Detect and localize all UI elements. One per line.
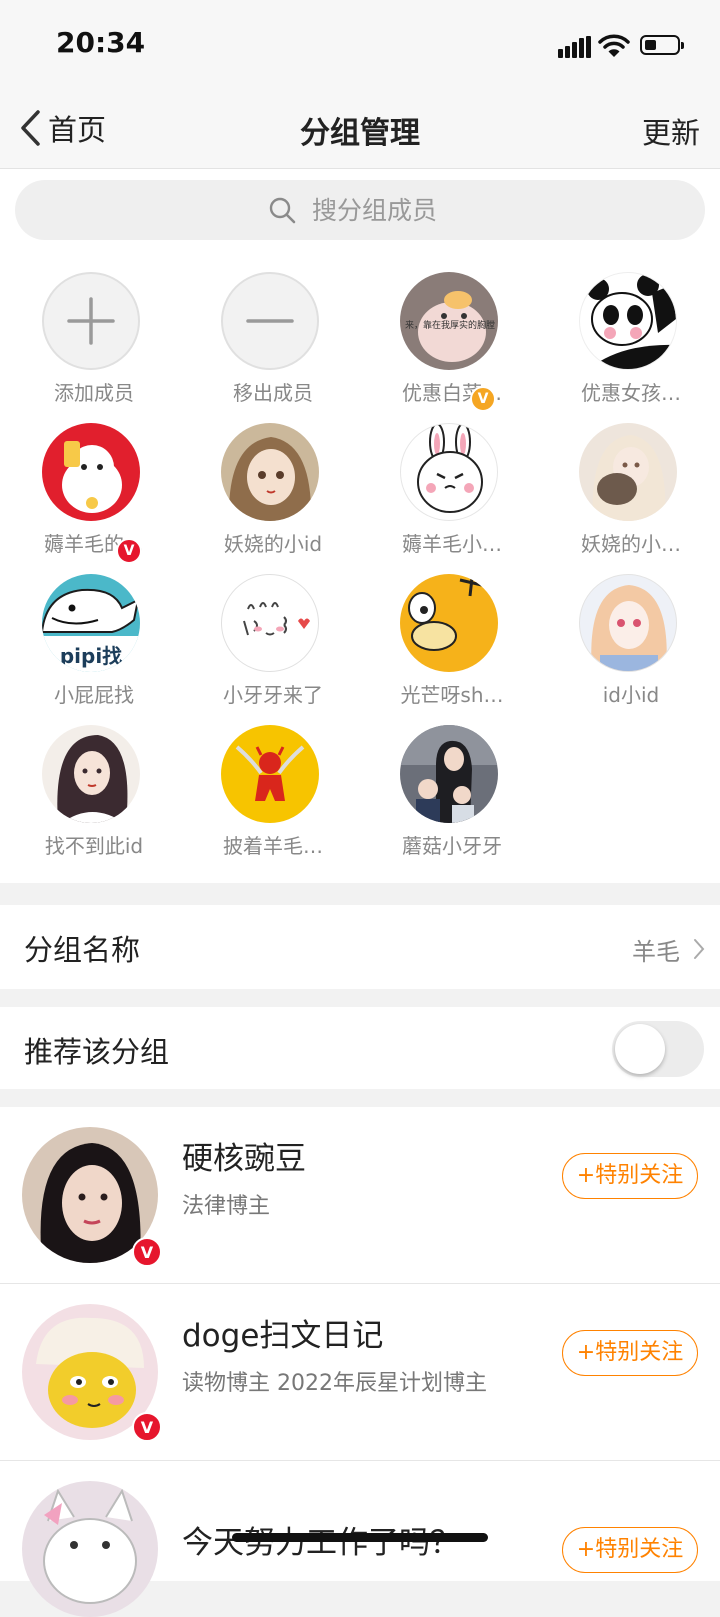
avatar [42, 423, 140, 521]
member-item[interactable]: 薅羊毛小… [364, 413, 544, 563]
recommend-toggle[interactable] [612, 1021, 704, 1077]
member-name: id小id [602, 683, 660, 707]
wifi-icon [598, 34, 630, 57]
avatar-caption: 来，靠在我厚实的胸膛 [404, 321, 495, 331]
member-item[interactable]: 来，靠在我厚实的胸膛 优惠白菜… [364, 262, 544, 412]
search-icon [269, 197, 296, 224]
member-name: 找不到此id [44, 834, 144, 858]
nav-bar: 首页 分组管理 更新 [0, 92, 720, 169]
verified-badge: V [132, 1412, 162, 1442]
avatar [579, 272, 677, 370]
member-name: 小屁屁找 [54, 683, 134, 707]
avatar [400, 574, 498, 672]
avatar [221, 725, 319, 823]
member-name: 小牙牙来了 [223, 683, 323, 707]
member-item[interactable]: 优惠女孩… [543, 262, 720, 412]
member-item[interactable]: V 光芒呀sh… [364, 386, 544, 714]
add-member-button[interactable]: 添加成员 [6, 262, 186, 412]
avatar: pipi找 [42, 574, 140, 672]
member-name: 蘑菇小牙牙 [402, 834, 502, 858]
special-follow-button[interactable]: +特别关注 [562, 1153, 698, 1199]
avatar [579, 423, 677, 521]
member-item[interactable]: 蘑菇小牙牙 [364, 715, 544, 865]
group-name-label: 分组名称 [24, 933, 141, 967]
status-time: 20:34 [56, 26, 146, 59]
member-item[interactable]: 小牙牙来了 [185, 564, 365, 714]
avatar [221, 423, 319, 521]
avatar [400, 423, 498, 521]
member-item[interactable]: V 找不到此id [6, 538, 186, 865]
chevron-right-icon [694, 939, 705, 959]
user-name: doge扫文日记 [182, 1318, 384, 1354]
recommend-label: 推荐该分组 [24, 1035, 170, 1069]
avatar [579, 574, 677, 672]
avatar-caption: pipi找 [59, 644, 123, 668]
search-box[interactable] [15, 180, 705, 240]
member-name: 薅羊毛小… [402, 532, 502, 556]
member-item[interactable]: 薅羊毛的… [6, 413, 186, 563]
avatar [221, 574, 319, 672]
update-button[interactable]: 更新 [642, 110, 700, 152]
search-input[interactable] [312, 195, 452, 225]
member-name: 光芒呀sh… [400, 683, 504, 707]
home-indicator [232, 1533, 488, 1542]
user-description: 读物博主 2022年辰星计划博主 [182, 1371, 487, 1396]
battery-icon [640, 35, 684, 55]
status-bar: 20:34 [0, 0, 720, 92]
member-name: 薅羊毛的… [44, 532, 144, 556]
special-follow-button[interactable]: +特别关注 [562, 1527, 698, 1573]
avatar [22, 1481, 158, 1617]
user-name: 硬核豌豆 [182, 1141, 306, 1177]
member-item[interactable]: 披着羊毛… [185, 715, 365, 865]
member-name: 优惠白菜… [402, 381, 502, 405]
avatar [42, 725, 140, 823]
page-title: 分组管理 [300, 116, 420, 151]
member-name: 移出成员 [233, 381, 313, 405]
list-item[interactable]: V doge扫文日记 读物博主 2022年辰星计划博主 +特别关注 [0, 1284, 720, 1461]
member-item[interactable]: pipi找 小屁屁找 [6, 564, 186, 714]
section-divider [0, 883, 720, 905]
recommend-group-row: 推荐该分组 [0, 1007, 720, 1089]
verified-badge: V [132, 1237, 162, 1267]
group-name-value: 羊毛 [632, 938, 680, 966]
member-item[interactable]: 妖娆的小… [543, 413, 720, 563]
verified-badge: V [470, 386, 496, 412]
member-item[interactable]: id小id [543, 564, 720, 714]
plus-icon [42, 272, 140, 370]
special-follow-button[interactable]: +特别关注 [562, 1330, 698, 1376]
group-name-row[interactable]: 分组名称 羊毛 [0, 905, 720, 989]
avatar: 来，靠在我厚实的胸膛 [400, 272, 498, 370]
user-description: 法律博主 [182, 1194, 271, 1219]
member-name: 添加成员 [54, 381, 134, 405]
member-name: 优惠女孩… [581, 381, 681, 405]
member-name: 妖娆的小… [581, 532, 681, 556]
verified-badge: V [116, 538, 142, 564]
list-item[interactable]: V 硬核豌豆 法律博主 +特别关注 [0, 1107, 720, 1284]
remove-member-button[interactable]: 移出成员 [185, 262, 365, 412]
list-item[interactable]: 今天努力工作了吗？ +特别关注 [0, 1461, 720, 1617]
member-name: 披着羊毛… [223, 834, 323, 858]
member-name: 妖娆的小id [223, 532, 323, 556]
member-item[interactable]: 妖娆的小id [185, 413, 365, 563]
minus-icon [221, 272, 319, 370]
signal-icon [558, 36, 592, 58]
avatar [400, 725, 498, 823]
